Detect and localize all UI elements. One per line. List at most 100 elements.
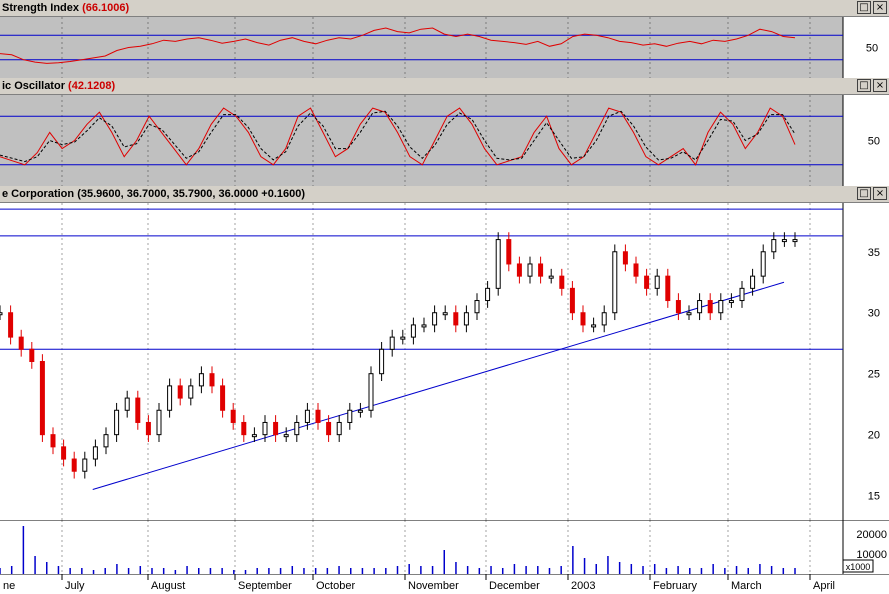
price-close-button[interactable]: ×	[873, 187, 887, 200]
candle-body-57	[601, 312, 607, 326]
candle-body-53	[559, 275, 565, 289]
candle-body-73	[771, 239, 777, 253]
volume-tick-10000: 10000	[856, 549, 887, 561]
candle-body-63	[665, 275, 671, 302]
candle-body-54	[569, 287, 575, 314]
candle-body-43	[453, 312, 459, 326]
price-tick-30: 30	[868, 308, 880, 320]
rsi-close-button[interactable]: ×	[873, 1, 887, 14]
price-title: e Corporation (35.9600, 36.7000, 35.7900…	[2, 188, 306, 200]
candle-body-5	[50, 434, 56, 448]
candle-body-41	[432, 312, 438, 326]
candle-body-29	[304, 409, 310, 423]
price-titlebar: e Corporation (35.9600, 36.7000, 35.7900…	[0, 186, 889, 203]
rsi-titlebar: Strength Index (66.1006) □ ×	[0, 0, 889, 17]
stoch-tick-50: 50	[868, 136, 880, 148]
candle-body-2	[18, 336, 24, 350]
candle-body-69	[728, 300, 734, 304]
month-label-8: February	[653, 580, 698, 592]
candle-body-61	[644, 275, 650, 289]
candle-body-66	[697, 300, 703, 314]
candle-body-70	[739, 287, 745, 302]
candle-body-50	[527, 263, 533, 277]
rsi-plot-area	[0, 17, 843, 78]
rsi-chart: 50	[0, 17, 878, 78]
candle-body-52	[548, 275, 554, 279]
candle-body-65	[686, 312, 692, 316]
month-label-7: 2003	[571, 580, 595, 592]
candle-body-39	[410, 324, 416, 338]
candle-body-49	[516, 263, 522, 277]
candle-body-13	[135, 397, 141, 423]
candle-body-36	[379, 348, 385, 375]
candle-body-16	[167, 385, 173, 411]
volume-chart: 20000 10000x1000	[0, 520, 889, 574]
stoch-close-button[interactable]: ×	[873, 79, 887, 92]
candle-body-25	[262, 421, 268, 436]
price-restore-button[interactable]: □	[857, 187, 871, 200]
rsi-panel: Strength Index (66.1006) □ × 50	[0, 0, 889, 78]
candle-body-56	[591, 324, 597, 328]
candle-body-1	[8, 312, 14, 338]
candle-body-59	[622, 251, 628, 265]
price-tick-20: 20	[868, 430, 880, 442]
candle-body-20	[209, 373, 215, 387]
candle-body-35	[368, 373, 374, 411]
rsi-tick-50: 50	[866, 43, 878, 55]
candle-body-7	[71, 458, 77, 472]
candle-body-37	[389, 336, 395, 350]
volume-tick-20000: 20000	[856, 529, 887, 541]
candle-body-3	[29, 348, 35, 363]
month-label-10: April	[813, 580, 835, 592]
candle-body-10	[103, 434, 109, 448]
candle-body-33	[347, 409, 353, 423]
candle-body-67	[707, 300, 713, 314]
rsi-title: Strength Index (66.1006)	[2, 2, 130, 14]
stoch-restore-button[interactable]: □	[857, 79, 871, 92]
price-tick-15: 15	[868, 491, 880, 503]
candle-body-32	[336, 421, 342, 436]
candle-body-6	[61, 446, 67, 460]
stoch-plot-area	[0, 95, 843, 186]
candle-body-14	[145, 421, 151, 436]
stochastic-chart: 50	[0, 95, 880, 186]
stoch-title: ic Oscillator (42.1208)	[2, 80, 116, 92]
month-label-5: November	[408, 580, 459, 592]
candle-body-15	[156, 409, 162, 436]
candle-body-34	[357, 409, 363, 413]
candle-body-38	[400, 336, 406, 340]
candle-body-28	[294, 421, 300, 436]
candle-body-23	[241, 421, 247, 436]
candle-body-21	[220, 385, 226, 411]
candle-body-31	[326, 421, 332, 436]
candle-body-18	[188, 385, 194, 399]
month-label-2: August	[151, 580, 185, 592]
stoch-titlebar: ic Oscillator (42.1208) □ ×	[0, 78, 889, 95]
candle-body-44	[463, 312, 469, 326]
candle-body-51	[538, 263, 544, 277]
candle-body-47	[495, 239, 501, 289]
candle-body-9	[92, 446, 98, 460]
candle-body-30	[315, 409, 321, 423]
month-label-1: July	[65, 580, 85, 592]
month-label-3: September	[238, 580, 292, 592]
candle-body-17	[177, 385, 183, 399]
stochastic-panel: ic Oscillator (42.1208) □ × 50	[0, 78, 889, 186]
candle-body-58	[612, 251, 618, 314]
candle-body-74	[781, 239, 787, 243]
month-label-6: December	[489, 580, 540, 592]
candle-body-4	[39, 361, 45, 436]
candle-body-68	[718, 300, 724, 314]
candle-body-12	[124, 397, 130, 411]
candle-body-22	[230, 409, 236, 423]
price-chart: 35 30 25 20 15	[0, 203, 880, 520]
candle-body-40	[421, 324, 427, 328]
candle-body-0	[0, 312, 3, 316]
candle-body-8	[82, 458, 88, 472]
candle-body-64	[675, 300, 681, 314]
price-tick-35: 35	[868, 247, 880, 259]
candle-body-60	[633, 263, 639, 277]
candle-body-11	[114, 409, 120, 436]
rsi-restore-button[interactable]: □	[857, 1, 871, 14]
candle-body-62	[654, 275, 660, 289]
